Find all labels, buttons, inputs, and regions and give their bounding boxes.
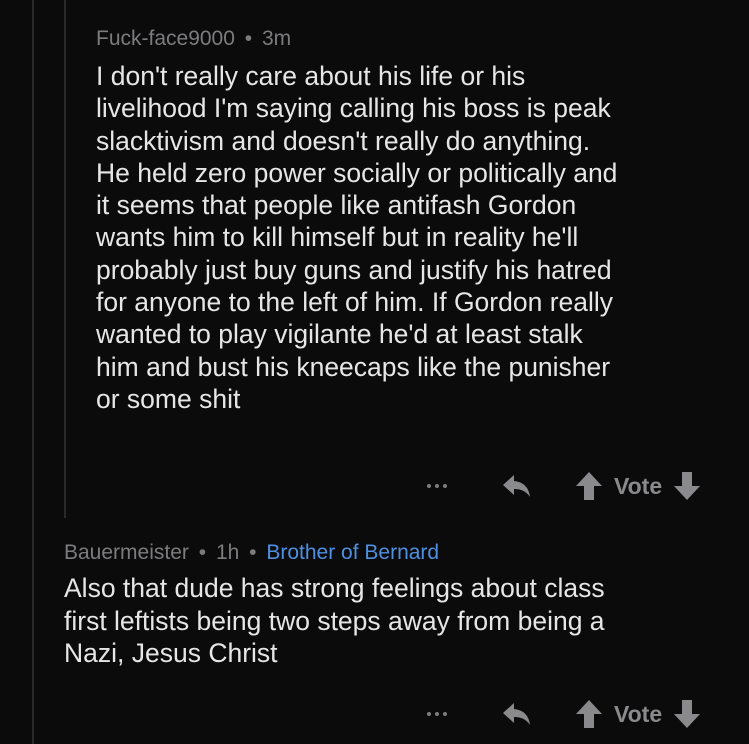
reply-arrow-icon[interactable] (500, 697, 534, 731)
more-options-icon[interactable] (418, 476, 456, 496)
upvote-arrow-icon[interactable] (574, 469, 604, 503)
meta-separator: • (244, 27, 253, 50)
downvote-arrow-icon[interactable] (672, 469, 702, 503)
meta-separator: • (249, 541, 257, 564)
thread-line-inner[interactable] (64, 0, 66, 518)
comment-actions: Vote (418, 694, 702, 734)
comment-line: wants him to kill himself but in reality… (96, 222, 579, 253)
comment-time: 1h (215, 541, 240, 564)
comment-line: I don't really care about his life or hi… (96, 61, 526, 91)
comment-line: livelihood I'm saying calling his boss i… (96, 93, 611, 124)
comment-line: probably just buy guns and justify his h… (96, 254, 612, 285)
comment-meta: Fuck-face9000 • 3m (96, 24, 736, 54)
upvote-arrow-icon[interactable] (574, 697, 604, 731)
vote-label: Vote (614, 472, 663, 499)
more-options-icon[interactable] (418, 704, 456, 724)
comment-reply: Fuck-face9000 • 3m I don't really care a… (96, 24, 736, 415)
comment-body: Also that dude has strong feelings about… (64, 572, 736, 670)
comment-author[interactable]: Fuck-face9000 (96, 27, 235, 50)
downvote-arrow-icon[interactable] (672, 697, 702, 731)
comment-meta: Bauermeister • 1h • Brother of Bernard (64, 538, 736, 568)
thread-line-outer[interactable] (32, 0, 34, 744)
comment-time: 3m (261, 27, 292, 50)
vote-label: Vote (614, 700, 663, 727)
comment-line: for anyone to the left of him. If Gordon… (96, 287, 614, 318)
comment-line: him and bust his kneecaps like the punis… (96, 351, 611, 382)
meta-separator: • (198, 541, 207, 564)
comment-author[interactable]: Bauermeister (64, 541, 189, 564)
comment-line: it seems that people like antifash Gordo… (96, 190, 577, 221)
comment-line: or some shit (96, 383, 241, 414)
comment-parent: Bauermeister • 1h • Brother of Bernard A… (64, 538, 736, 670)
comment-line: first leftists being two steps away from… (64, 605, 605, 636)
comment-line: wanted to play vigilante he'd at least s… (96, 319, 583, 350)
reply-arrow-icon[interactable] (500, 469, 534, 503)
comment-line: Also that dude has strong feelings about… (64, 573, 605, 603)
comment-body: I don't really care about his life or hi… (96, 60, 736, 415)
user-flair: Brother of Bernard (266, 541, 440, 564)
comment-line: He held zero power socially or political… (96, 157, 618, 188)
comment-line: Nazi, Jesus Christ (64, 638, 278, 668)
comment-actions: Vote (418, 466, 702, 506)
comment-line: slacktivism and doesn't really do anythi… (96, 125, 591, 156)
